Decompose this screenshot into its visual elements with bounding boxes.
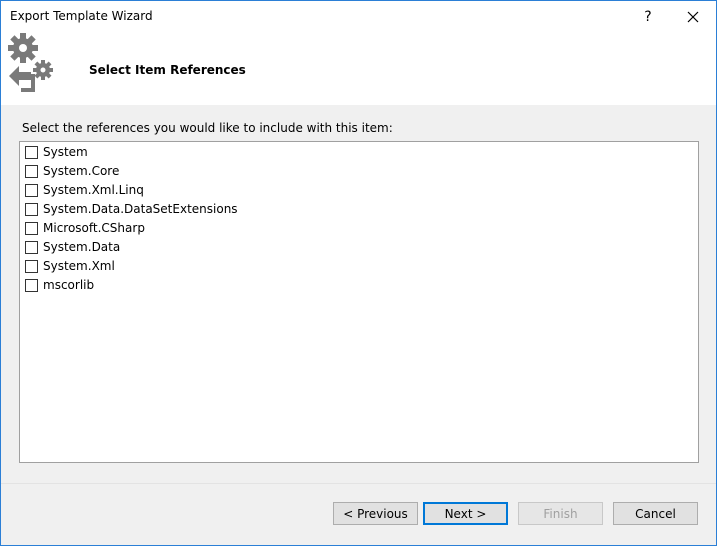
reference-label: System xyxy=(43,145,88,159)
reference-label: System.Data xyxy=(43,240,121,254)
reference-checkbox[interactable] xyxy=(25,240,38,254)
reference-checkbox[interactable] xyxy=(25,164,38,178)
reference-label: System.Core xyxy=(43,164,120,178)
reference-label: mscorlib xyxy=(43,278,95,292)
list-item[interactable]: System.Core xyxy=(25,162,119,180)
next-button[interactable]: Next > xyxy=(423,502,508,525)
cancel-button[interactable]: Cancel xyxy=(613,502,698,525)
export-template-wizard-window: Export Template Wizard ? Select Item Ref… xyxy=(0,0,717,546)
list-item[interactable]: System.Data.DataSetExtensions xyxy=(25,200,238,218)
previous-button[interactable]: < Previous xyxy=(333,502,418,525)
reference-checkbox[interactable] xyxy=(25,145,38,159)
reference-checkbox[interactable] xyxy=(25,221,38,235)
list-item[interactable]: System.Xml xyxy=(25,257,115,275)
reference-checkbox[interactable] xyxy=(25,259,38,273)
reference-checkbox[interactable] xyxy=(25,183,38,197)
title-bar: Export Template Wizard ? xyxy=(1,1,716,32)
gears-arrow-icon xyxy=(8,33,53,92)
reference-label: System.Xml.Linq xyxy=(43,183,144,197)
list-item[interactable]: System xyxy=(25,143,88,161)
finish-button[interactable]: Finish xyxy=(518,502,603,525)
list-item[interactable]: System.Xml.Linq xyxy=(25,181,144,199)
reference-label: System.Data.DataSetExtensions xyxy=(43,202,238,216)
page-title: Select Item References xyxy=(89,63,246,77)
reference-checkbox[interactable] xyxy=(25,278,38,292)
footer-divider xyxy=(1,483,716,484)
reference-label: System.Xml xyxy=(43,259,115,273)
list-item[interactable]: mscorlib xyxy=(25,276,94,294)
close-icon xyxy=(687,11,699,22)
list-item[interactable]: System.Data xyxy=(25,238,120,256)
window-title: Export Template Wizard xyxy=(10,9,153,23)
close-button[interactable] xyxy=(671,1,715,32)
reference-label: Microsoft.CSharp xyxy=(43,221,145,235)
list-item[interactable]: Microsoft.CSharp xyxy=(25,219,145,237)
help-button[interactable]: ? xyxy=(626,1,670,32)
reference-checkbox[interactable] xyxy=(25,202,38,216)
wizard-header: Select Item References xyxy=(1,32,716,105)
instruction-label: Select the references you would like to … xyxy=(22,121,393,135)
references-list[interactable]: System System.Core System.Xml.Linq Syste… xyxy=(19,141,699,463)
